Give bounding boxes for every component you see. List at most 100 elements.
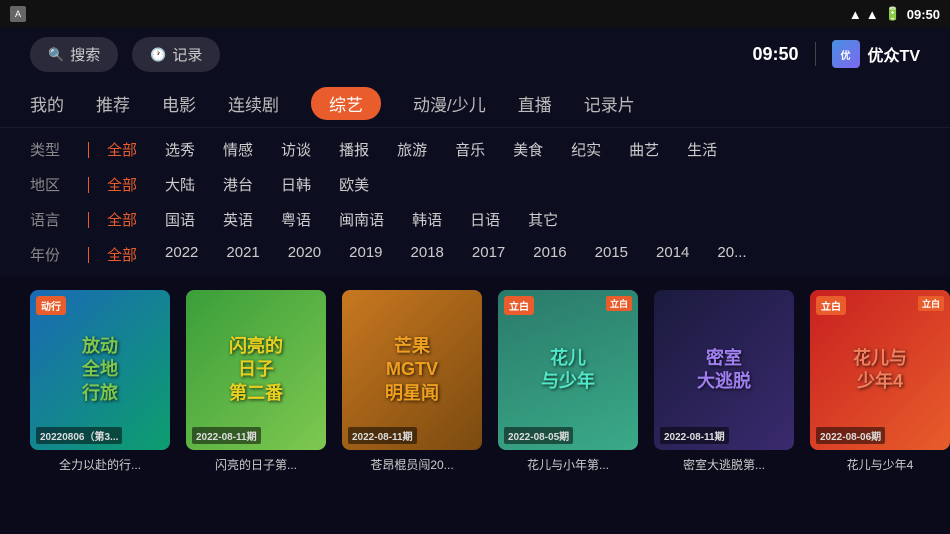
nav-item-直播[interactable]: 直播: [518, 87, 552, 120]
filter-tag-2018[interactable]: 2018: [411, 244, 444, 265]
filter-tag-访谈[interactable]: 访谈: [281, 139, 311, 160]
filter-tag-港台[interactable]: 港台: [223, 174, 253, 195]
filter-tag-韩语[interactable]: 韩语: [412, 209, 442, 230]
filter-tag-选秀[interactable]: 选秀: [165, 139, 195, 160]
card-thumb-6: 花儿与少年4立白立白2022-08-06期: [810, 290, 950, 450]
filter-tag-英语[interactable]: 英语: [223, 209, 253, 230]
filter-tag-音乐[interactable]: 音乐: [455, 139, 485, 160]
status-bar: A ▲ ▲ 🔋 09:50: [0, 0, 950, 28]
status-right: ▲ ▲ 🔋 09:50: [849, 6, 940, 22]
filter-tag-2016[interactable]: 2016: [533, 244, 566, 265]
filter-tag-美食[interactable]: 美食: [513, 139, 543, 160]
top-clock: 09:50: [753, 44, 799, 65]
content-area: 放动全地行旅动行20220806（第3...全力以赴的行...闪亮的日子第二番2…: [0, 276, 950, 473]
nav-item-综艺[interactable]: 综艺: [311, 87, 381, 120]
nav-item-动漫/少儿[interactable]: 动漫/少儿: [413, 87, 486, 120]
filter-tag-闽南语[interactable]: 闽南语: [339, 209, 384, 230]
android-icon: A: [10, 6, 26, 22]
nav-item-推荐[interactable]: 推荐: [96, 87, 130, 120]
filter-tag-播报[interactable]: 播报: [339, 139, 369, 160]
filter-type-label: 类型: [30, 139, 70, 160]
filter-lang-sep: [88, 212, 89, 228]
card-thumb-3: 芒果MGTV明星闻2022-08-11期: [342, 290, 482, 450]
card-6[interactable]: 花儿与少年4立白立白2022-08-06期花儿与少年4: [810, 290, 950, 473]
nav-item-记录片[interactable]: 记录片: [584, 87, 635, 120]
signal-icons: ▲ ▲: [849, 7, 879, 22]
card-5[interactable]: 密室大逃脱2022-08-11期密室大逃脱第...: [654, 290, 794, 473]
card-inner-1: 放动全地行旅动行20220806（第3...: [30, 290, 170, 450]
card-thumb-2: 闪亮的日子第二番2022-08-11期: [186, 290, 326, 450]
history-button[interactable]: 记录: [132, 37, 220, 72]
card-2[interactable]: 闪亮的日子第二番2022-08-11期闪亮的日子第...: [186, 290, 326, 473]
filter-tag-纪实[interactable]: 纪实: [571, 139, 601, 160]
card-badge-6: 立白: [816, 296, 846, 315]
filter-tag-旅游[interactable]: 旅游: [397, 139, 427, 160]
filter-type-row: 类型 全部 选秀 情感 访谈 播报 旅游 音乐 美食 纪实 曲艺 生活: [0, 132, 950, 167]
filter-tag-国语[interactable]: 国语: [165, 209, 195, 230]
history-label: 记录: [172, 44, 202, 65]
filter-tag-2021[interactable]: 2021: [226, 244, 259, 265]
search-button[interactable]: 搜索: [30, 37, 118, 72]
filter-tag-情感[interactable]: 情感: [223, 139, 253, 160]
top-bar: 搜索 记录 09:50 优 优众TV: [0, 28, 950, 80]
filter-region-sep: [88, 177, 89, 193]
brand: 优 优众TV: [832, 40, 920, 68]
signal-icon: ▲: [866, 7, 879, 22]
wifi-icon: ▲: [849, 7, 862, 22]
filter-region-label: 地区: [30, 174, 70, 195]
card-inner-6: 花儿与少年4立白立白2022-08-06期: [810, 290, 950, 450]
filter-year-label: 年份: [30, 244, 70, 265]
brand-badge-6: 立白: [918, 296, 944, 311]
filter-tag-2020[interactable]: 2020: [288, 244, 321, 265]
status-time: 09:50: [907, 7, 940, 22]
card-3[interactable]: 芒果MGTV明星闻2022-08-11期苍昂棍员闯20...: [342, 290, 482, 473]
search-icon: [48, 46, 64, 63]
filter-tag-2017[interactable]: 2017: [472, 244, 505, 265]
filter-tag-日韩[interactable]: 日韩: [281, 174, 311, 195]
filter-type-tags: 全部 选秀 情感 访谈 播报 旅游 音乐 美食 纪实 曲艺 生活: [107, 139, 717, 160]
nav-item-我的[interactable]: 我的: [30, 87, 64, 120]
filter-tag-2019[interactable]: 2019: [349, 244, 382, 265]
filter-tag-日语[interactable]: 日语: [470, 209, 500, 230]
card-date-1: 20220806（第3...: [36, 427, 122, 444]
card-date-4: 2022-08-05期: [504, 427, 573, 444]
filter-lang-label: 语言: [30, 209, 70, 230]
filter-tag-2015[interactable]: 2015: [595, 244, 628, 265]
filter-tag-全部[interactable]: 全部: [107, 139, 137, 160]
card-1[interactable]: 放动全地行旅动行20220806（第3...全力以赴的行...: [30, 290, 170, 473]
filter-tag-大陆[interactable]: 大陆: [165, 174, 195, 195]
filter-tag-曲艺[interactable]: 曲艺: [629, 139, 659, 160]
filter-tag-20...[interactable]: 20...: [717, 244, 746, 265]
filter-tag-粤语[interactable]: 粤语: [281, 209, 311, 230]
card-date-5: 2022-08-11期: [660, 427, 729, 444]
nav-item-电影[interactable]: 电影: [162, 87, 196, 120]
card-badge-1: 动行: [36, 296, 66, 315]
filter-lang-row: 语言 全部 国语 英语 粤语 闽南语 韩语 日语 其它: [0, 202, 950, 237]
filter-tag-全部[interactable]: 全部: [107, 209, 137, 230]
card-date-6: 2022-08-06期: [816, 427, 885, 444]
card-title-4: 花儿与小年第...: [498, 456, 638, 473]
filter-year-sep: [88, 247, 89, 263]
filter-tag-全部[interactable]: 全部: [107, 174, 137, 195]
filter-tag-2014[interactable]: 2014: [656, 244, 689, 265]
battery-icon: 🔋: [885, 6, 901, 22]
filter-tag-全部[interactable]: 全部: [107, 244, 137, 265]
card-date-2: 2022-08-11期: [192, 427, 261, 444]
filter-type-sep: [88, 142, 89, 158]
search-label: 搜索: [70, 44, 100, 65]
nav-item-连续剧[interactable]: 连续剧: [228, 87, 279, 120]
card-date-3: 2022-08-11期: [348, 427, 417, 444]
card-title-3: 苍昂棍员闯20...: [342, 456, 482, 473]
card-thumb-5: 密室大逃脱2022-08-11期: [654, 290, 794, 450]
filter-tag-欧美[interactable]: 欧美: [339, 174, 369, 195]
filter-tag-其它[interactable]: 其它: [528, 209, 558, 230]
card-thumb-4: 花儿与少年立白立白2022-08-05期: [498, 290, 638, 450]
clock-icon: [150, 46, 166, 63]
card-4[interactable]: 花儿与少年立白立白2022-08-05期花儿与小年第...: [498, 290, 638, 473]
card-inner-4: 花儿与少年立白立白2022-08-05期: [498, 290, 638, 450]
brand-logo-text: 优: [841, 47, 851, 62]
card-inner-2: 闪亮的日子第二番2022-08-11期: [186, 290, 326, 450]
filters: 类型 全部选秀情感访谈播报旅游音乐美食纪实曲艺生活 地区 全部大陆港台日韩欧美 …: [0, 128, 950, 276]
filter-tag-生活[interactable]: 生活: [687, 139, 717, 160]
filter-tag-2022[interactable]: 2022: [165, 244, 198, 265]
